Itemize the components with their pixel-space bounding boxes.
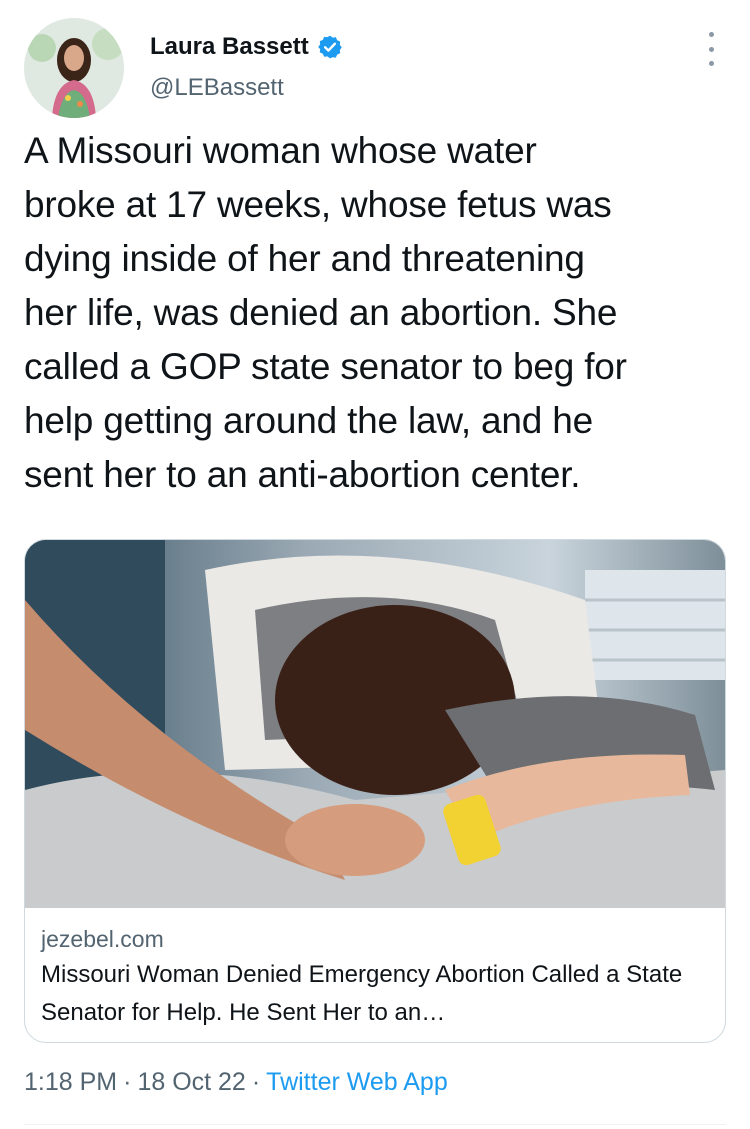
tweet-date[interactable]: 18 Oct 22 — [137, 1068, 245, 1097]
article-image — [25, 540, 725, 908]
link-card[interactable]: jezebel.com Missouri Woman Denied Emerge… — [24, 539, 726, 1043]
divider — [24, 1124, 726, 1125]
display-name[interactable]: Laura Bassett — [150, 32, 309, 62]
avatar[interactable] — [24, 18, 124, 118]
more-options-icon[interactable] — [706, 32, 716, 66]
user-handle[interactable]: @LEBassett — [150, 74, 284, 102]
card-meta: jezebel.com Missouri Woman Denied Emerge… — [41, 924, 709, 1032]
tweet-metadata: 1:18 PM · 18 Oct 22 · Twitter Web App — [24, 1068, 448, 1097]
tweet-source-link[interactable]: Twitter Web App — [266, 1068, 448, 1097]
tweet-time[interactable]: 1:18 PM — [24, 1068, 117, 1097]
separator: · — [123, 1068, 132, 1096]
tweet-header: Laura Bassett @LEBassett — [24, 18, 726, 118]
card-domain: jezebel.com — [41, 926, 164, 952]
tweet-text: A Missouri woman whose water broke at 17… — [24, 130, 627, 495]
name-row: Laura Bassett — [150, 32, 343, 62]
card-title[interactable]: Missouri Woman Denied Emergency Abortion… — [41, 956, 711, 1032]
separator: · — [251, 1068, 261, 1096]
verified-badge-icon — [317, 35, 342, 59]
